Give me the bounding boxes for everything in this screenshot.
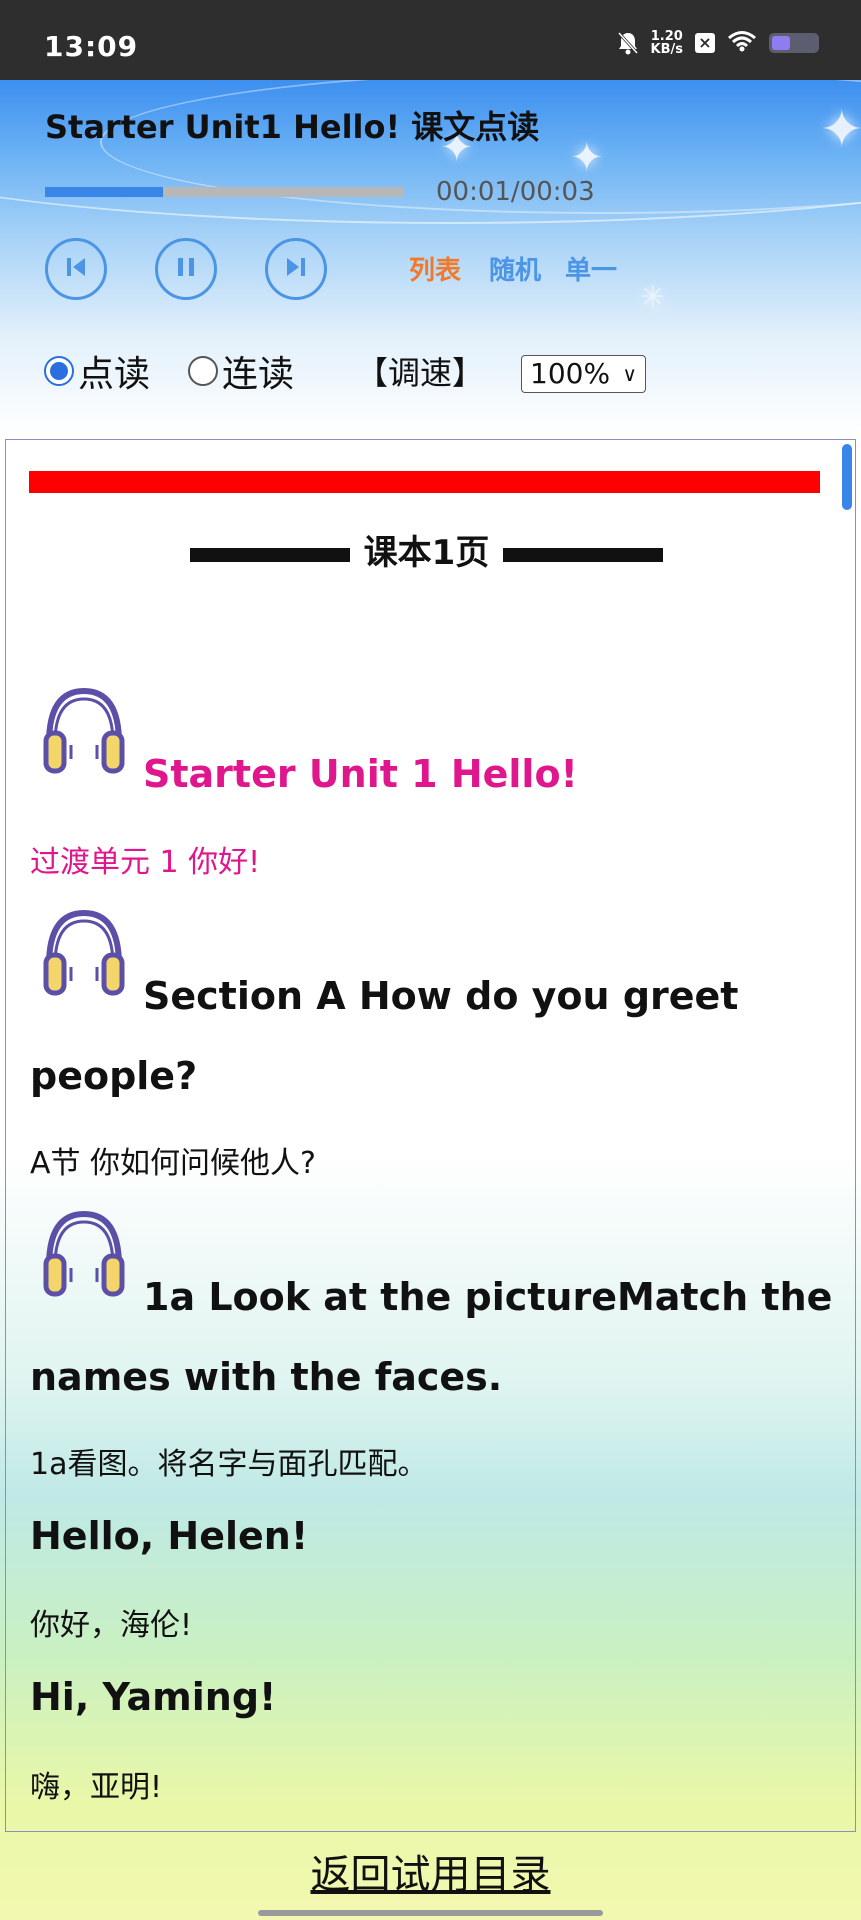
progress-fill <box>45 187 164 197</box>
radio-point-read[interactable] <box>44 356 74 386</box>
notification-x-icon: × <box>695 33 715 53</box>
radio-continuous-read[interactable] <box>188 356 219 386</box>
heading-dash-right <box>503 547 664 562</box>
dialogue-line-en[interactable]: Hi, Yaming! <box>30 1675 276 1719</box>
audio-player: ✦ ✦ ✦ ✳ Starter Unit1 Hello! 课文点读 00:01/… <box>0 80 861 435</box>
heading-dash-left <box>189 547 350 562</box>
battery-icon <box>769 33 819 53</box>
back-to-catalog-link[interactable]: 返回试用目录 <box>0 1842 861 1900</box>
page-heading: 课本1页 <box>6 525 847 574</box>
exercise-1a-en-line1[interactable]: 1a Look at the pictureMatch the <box>143 1275 832 1319</box>
headphone-icon[interactable] <box>39 905 129 1000</box>
speed-label: 【调速】 <box>356 354 485 392</box>
section-a-en-line2[interactable]: people? <box>30 1054 197 1098</box>
mode-single-button[interactable]: 单一 <box>565 250 617 287</box>
headphone-icon[interactable] <box>39 1206 129 1301</box>
previous-button[interactable] <box>45 238 107 300</box>
sparkle-decoration: ✳ <box>640 280 666 315</box>
page-heading-text: 课本1页 <box>363 533 490 573</box>
section-a-en-line1[interactable]: Section A How do you greet <box>143 974 738 1018</box>
bell-muted-icon <box>617 31 639 55</box>
dialogue-line-cn: 嗨，亚明! <box>30 1770 163 1805</box>
headphone-icon[interactable] <box>39 683 129 778</box>
skip-next-icon <box>284 255 308 283</box>
pause-button[interactable] <box>155 238 217 300</box>
status-time: 13:09 <box>44 30 139 63</box>
wifi-icon <box>727 30 757 56</box>
mode-random-button[interactable]: 随机 <box>489 250 541 287</box>
battery-level <box>772 36 790 50</box>
radio-continuous-read-label[interactable]: 连读 <box>222 345 294 397</box>
time-display: 00:01/00:03 <box>436 177 595 207</box>
red-divider <box>29 471 820 493</box>
exercise-1a-cn: 1a看图。将名字与面孔匹配。 <box>30 1447 428 1482</box>
radio-point-read-label[interactable]: 点读 <box>78 345 150 397</box>
net-speed-unit: KB/s <box>650 42 683 57</box>
read-mode-group: 点读 连读 【调速】 <box>44 345 484 397</box>
skip-previous-icon <box>64 255 88 283</box>
pause-icon <box>175 255 197 283</box>
lesson-title-cn: 过渡单元 1 你好! <box>30 845 261 880</box>
sparkle-decoration: ✦ <box>820 100 861 160</box>
dialogue-line-en[interactable]: Hello, Helen! <box>30 1514 308 1558</box>
lesson-content[interactable]: 课本1页 Starter Unit 1 Hello! 过渡单元 1 你好! Se… <box>5 439 856 1832</box>
exercise-1a-en-line2[interactable]: names with the faces. <box>30 1355 502 1399</box>
status-icons: 1.20 KB/s × <box>617 30 819 56</box>
speed-select-value: 100% <box>530 357 611 390</box>
speed-select[interactable]: 100% ∨ <box>521 355 646 393</box>
chevron-down-icon: ∨ <box>622 362 637 386</box>
lesson-title-en[interactable]: Starter Unit 1 Hello! <box>143 752 578 796</box>
progress-bar[interactable] <box>45 187 403 197</box>
net-speed: 1.20 KB/s <box>651 30 683 56</box>
section-a-cn: A节 你如何问候他人? <box>30 1146 316 1181</box>
scrollbar-thumb[interactable] <box>842 444 852 510</box>
player-title: Starter Unit1 Hello! 课文点读 <box>45 108 540 146</box>
status-bar: 13:09 1.20 KB/s × <box>0 0 861 80</box>
sparkle-decoration: ✦ <box>570 135 604 181</box>
next-button[interactable] <box>265 238 327 300</box>
home-indicator[interactable] <box>258 1910 603 1916</box>
mode-list-button[interactable]: 列表 <box>409 250 461 287</box>
dialogue-line-cn: 你好，海伦! <box>30 1608 193 1643</box>
